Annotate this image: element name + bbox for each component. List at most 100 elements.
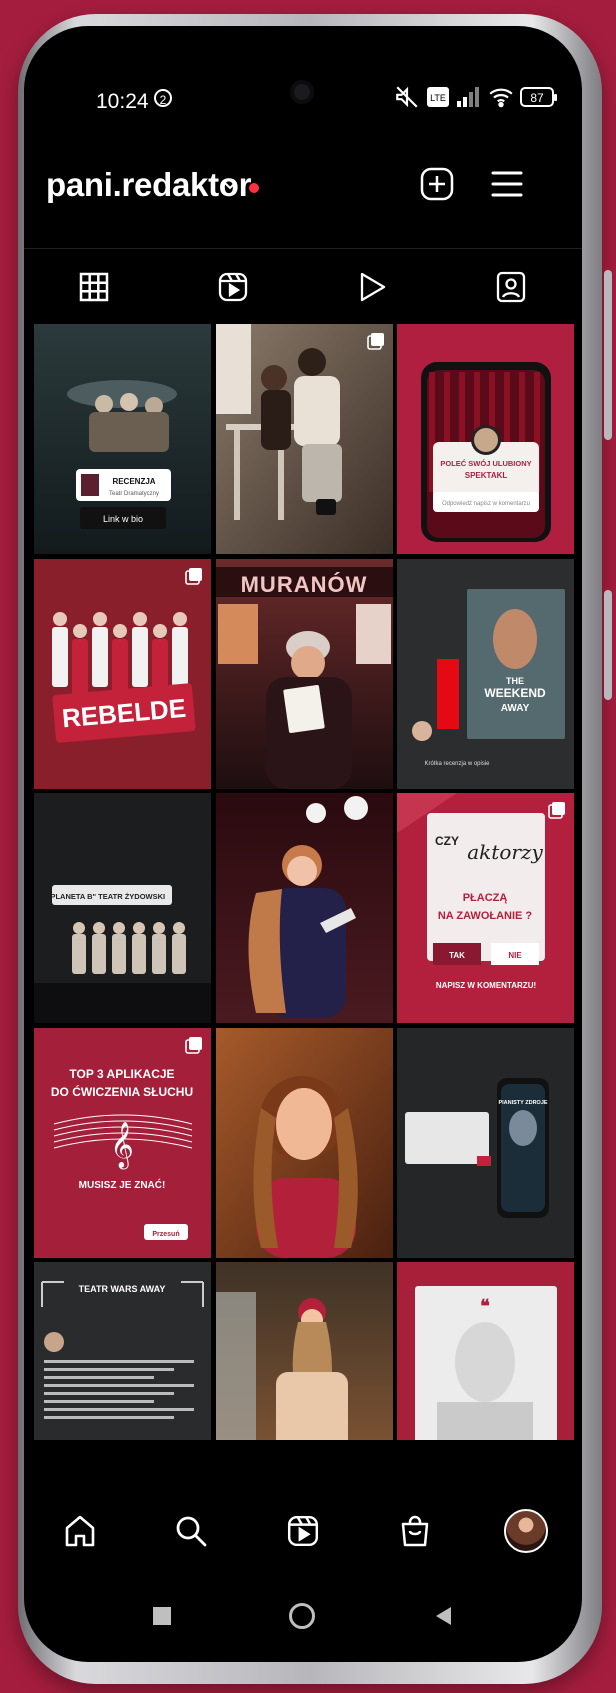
post-polec-text: POLEĆ SWÓJ ULUBIONY — [440, 459, 531, 468]
nav-shop[interactable] — [385, 1501, 445, 1561]
post-aplikacje-art: TOP 3 APLIKACJE DO ĆWICZENIA SŁUCHU 𝄞 MUSIS… — [34, 1027, 211, 1258]
post-singer-art — [215, 793, 393, 1023]
nav-home[interactable] — [50, 1501, 110, 1561]
carousel-icon — [548, 802, 565, 819]
battery-indicator: 87 — [520, 87, 557, 107]
nav-search[interactable] — [161, 1501, 221, 1561]
recent-apps-button[interactable] — [153, 1607, 171, 1625]
reels-icon — [218, 272, 247, 302]
android-nav-bar — [24, 1581, 582, 1651]
post-quote-text: ❝ — [480, 1296, 490, 1316]
tab-videos[interactable] — [302, 249, 441, 325]
tagged-icon — [496, 271, 525, 303]
nav-profile[interactable] — [496, 1501, 556, 1561]
post-couple[interactable] — [215, 324, 393, 554]
chevron-down-icon[interactable] — [221, 178, 239, 192]
post-portrait[interactable] — [215, 1027, 393, 1258]
volte-icon: LTE — [427, 87, 449, 107]
post-rezencja-text: RECENZJA — [112, 477, 155, 486]
post-quote-art: ❝"Nie chodziłem na żadne lekcje, moją sz… — [397, 1262, 574, 1440]
grid-icon — [79, 272, 108, 302]
post-grid: RECENZJA Teatr Dramatyczny Link w bio POLEĆ… — [34, 324, 574, 1440]
post-aktorzy-text: TAK — [449, 951, 465, 960]
post-planeta[interactable]: "PLANETA B" TEATR ŻYDOWSKI — [34, 793, 211, 1023]
post-autumn[interactable] — [215, 1262, 393, 1440]
avatar — [504, 1509, 549, 1553]
post-pianisty-text: PIANISTY ZDROJE — [498, 1100, 547, 1106]
post-portrait-art — [215, 1027, 393, 1258]
volume-button — [604, 270, 612, 440]
post-muranow[interactable]: MURANÓW — [215, 558, 393, 789]
post-weekend-text: WEEKEND — [484, 686, 546, 700]
post-rezencja[interactable]: RECENZJA Teatr Dramatyczny Link w bio — [34, 324, 211, 554]
tab-tagged[interactable] — [441, 249, 580, 325]
shopping-bag-icon — [401, 1515, 428, 1547]
post-aplikacje-text: 𝄞 — [110, 1122, 134, 1170]
profile-tabs — [24, 248, 582, 327]
reels-icon — [287, 1515, 319, 1547]
post-wars[interactable]: TEATR WARS AWAY — [34, 1262, 211, 1440]
post-rezencja-text: Link w bio — [103, 514, 143, 524]
post-aplikacje-text: Przesuń — [152, 1231, 179, 1238]
post-weekend-text: THE — [506, 676, 524, 686]
home-icon — [65, 1515, 95, 1547]
carousel-icon — [185, 567, 202, 585]
back-button[interactable] — [433, 1605, 453, 1627]
post-planeta-art: "PLANETA B" TEATR ŻYDOWSKI — [34, 793, 211, 1023]
post-pianisty-art: PIANISTY ZDROJE — [397, 1027, 574, 1258]
home-button[interactable] — [289, 1603, 315, 1629]
post-planeta-text: "PLANETA B" TEATR ŻYDOWSKI — [47, 892, 165, 901]
post-autumn-art — [215, 1262, 393, 1440]
post-weekend-text: Krótka recenzja w opisie — [424, 761, 490, 767]
post-rebelde[interactable]: REBELDE — [34, 558, 211, 789]
notification-dot — [249, 183, 259, 193]
post-polec-text: SPEKTAKL — [465, 471, 508, 480]
post-couple-art — [215, 324, 393, 554]
power-button — [604, 590, 612, 700]
post-singer[interactable] — [215, 793, 393, 1023]
post-aktorzy-text: NAPISZ W KOMENTARZU! — [436, 981, 536, 990]
notification-badge: 2 — [154, 89, 172, 107]
post-aplikacje[interactable]: TOP 3 APLIKACJE DO ĆWICZENIA SŁUCHU 𝄞 MUSIS… — [34, 1027, 211, 1258]
menu-icon[interactable] — [490, 169, 524, 199]
tab-grid[interactable] — [24, 249, 163, 327]
carousel-icon — [185, 1036, 202, 1054]
post-aktorzy-text: PŁACZĄ — [463, 892, 508, 904]
post-wars-art: TEATR WARS AWAY — [34, 1262, 211, 1440]
post-aktorzy-text: CZY — [435, 834, 459, 848]
post-muranow-art: MURANÓW — [215, 558, 393, 789]
post-aktorzy-text: NIE — [508, 951, 522, 960]
signal-icon — [457, 87, 479, 107]
post-aktorzy[interactable]: CZY aktorzy PŁACZĄ NA ZAWOŁANIE ? TAK NIE NAPI… — [397, 793, 574, 1023]
post-aplikacje-text: DO ĆWICZENIA SŁUCHU — [51, 1084, 193, 1099]
status-time: 10:24 — [96, 90, 149, 113]
post-weekend-text: AWAY — [501, 703, 530, 714]
carousel-icon — [366, 333, 384, 350]
mute-icon — [396, 86, 418, 108]
post-polec-art: POLEĆ SWÓJ ULUBIONY SPEKTAKL Odpowiedź nap… — [397, 324, 574, 554]
status-icons: LTE 87 — [394, 82, 557, 112]
post-polec-text: Odpowiedź napisz w komentarzu — [442, 501, 530, 507]
post-polec[interactable]: POLEĆ SWÓJ ULUBIONY SPEKTAKL Odpowiedź nap… — [397, 324, 574, 554]
post-rezencja-art: RECENZJA Teatr Dramatyczny Link w bio — [34, 324, 211, 554]
video-icon — [360, 272, 385, 302]
nav-reels[interactable] — [273, 1501, 333, 1561]
post-rebelde-art: REBELDE — [34, 558, 211, 789]
post-muranow-text: MURANÓW — [240, 572, 367, 597]
post-rezencja-text: Teatr Dramatyczny — [109, 491, 159, 497]
post-pianisty[interactable]: PIANISTY ZDROJE — [397, 1027, 574, 1258]
add-post-icon[interactable] — [419, 166, 455, 202]
post-aplikacje-text: TOP 3 APLIKACJE — [69, 1067, 174, 1081]
profile-header: pani.redaktor — [24, 166, 582, 226]
svg-text:LTE: LTE — [430, 93, 446, 103]
wifi-icon — [489, 88, 513, 108]
post-wars-text: TEATR WARS AWAY — [79, 1284, 166, 1294]
post-aplikacje-text: MUSISZ JE ZNAĆ! — [79, 1178, 166, 1191]
front-camera — [290, 80, 314, 104]
post-quote[interactable]: ❝"Nie chodziłem na żadne lekcje, moją sz… — [397, 1262, 574, 1440]
tab-reels[interactable] — [163, 249, 302, 325]
bottom-nav — [24, 1486, 582, 1576]
post-weekend[interactable]: THE WEEKEND AWAY Krótka recenzja w opisie — [397, 558, 574, 789]
post-aktorzy-art: CZY aktorzy PŁACZĄ NA ZAWOŁANIE ? TAK NIE NAPI… — [397, 793, 574, 1023]
phone-screen: 10:24 2 LTE 87 pani.redaktor RECENZJA Te… — [24, 26, 582, 1662]
